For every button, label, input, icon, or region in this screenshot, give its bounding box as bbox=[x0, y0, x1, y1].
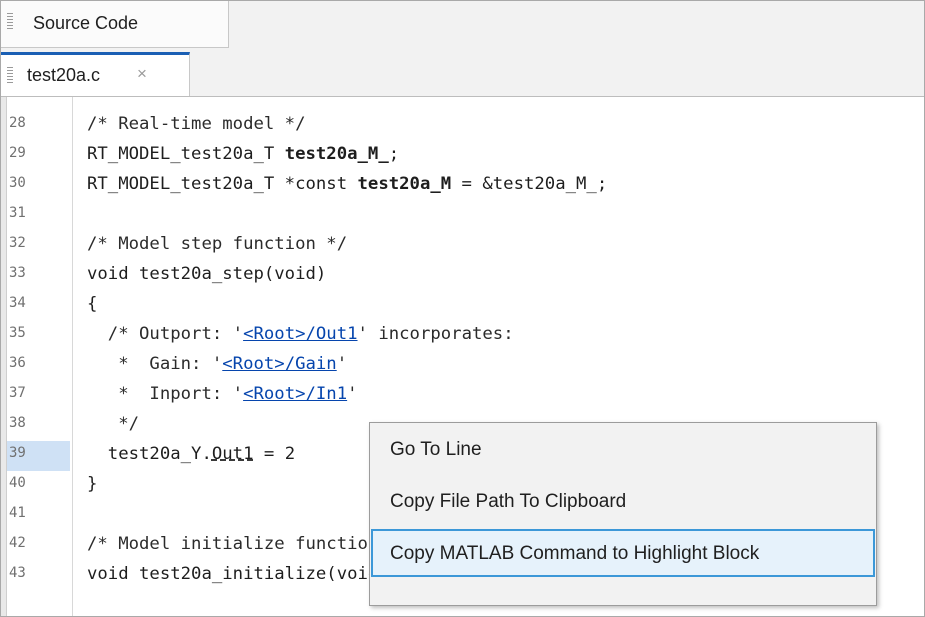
code-token: ' bbox=[347, 384, 358, 404]
code-token: * Inport: ' bbox=[87, 384, 244, 404]
block-link[interactable]: <Root>/In1 bbox=[243, 384, 347, 404]
line-number[interactable]: 28 bbox=[9, 115, 64, 131]
drag-grip-icon[interactable] bbox=[7, 67, 13, 85]
line-number[interactable]: 34 bbox=[9, 295, 64, 311]
code-line: 32 /* Model step function */ bbox=[1, 231, 924, 261]
code-token: test20a_Y. bbox=[87, 444, 212, 464]
code-token: * Gain: ' bbox=[87, 354, 223, 374]
code-line: 37 * Inport: '<Root>/In1' bbox=[1, 381, 924, 411]
file-tab-strip: test20a.c × bbox=[1, 52, 924, 97]
code-token: test20a_M_ bbox=[284, 144, 389, 164]
line-number[interactable]: 32 bbox=[9, 235, 64, 251]
code-text: test20a_Y.Out1 = 2 bbox=[87, 444, 295, 464]
code-text: /* Outport: '<Root>/Out1' incorporates: bbox=[87, 324, 514, 344]
code-token: RT_MODEL_test20a_T bbox=[87, 144, 285, 164]
code-token: ' bbox=[336, 354, 348, 374]
line-number[interactable]: 36 bbox=[9, 355, 64, 371]
file-tab-label: test20a.c bbox=[27, 65, 101, 85]
code-token: void test20a_step(void) bbox=[87, 264, 327, 284]
code-token: /* Outport: ' bbox=[87, 324, 244, 344]
code-token: /* Model initialize function */ bbox=[87, 534, 410, 554]
code-token: ' incorporates: bbox=[357, 324, 514, 344]
line-number[interactable]: 31 bbox=[9, 205, 64, 221]
block-link[interactable]: <Root>/Gain bbox=[222, 354, 336, 374]
code-text: { bbox=[87, 294, 97, 314]
code-text: * Gain: '<Root>/Gain' bbox=[87, 354, 347, 374]
line-number[interactable]: 33 bbox=[9, 265, 64, 281]
code-token: RT_MODEL_test20a_T *const bbox=[87, 174, 358, 194]
panel-tab-source-code[interactable]: Source Code bbox=[1, 1, 229, 48]
context-menu-item[interactable]: Copy File Path To Clipboard bbox=[371, 477, 875, 525]
code-line: 30 RT_MODEL_test20a_T *const test20a_M = … bbox=[1, 171, 924, 201]
block-link[interactable]: <Root>/Out1 bbox=[243, 324, 357, 344]
line-number[interactable]: 35 bbox=[9, 325, 64, 341]
code-line: 36 * Gain: '<Root>/Gain' bbox=[1, 351, 924, 381]
code-line: 29 RT_MODEL_test20a_T test20a_M_; bbox=[1, 141, 924, 171]
code-token: Out1 bbox=[211, 444, 254, 464]
code-text: void test20a_step(void) bbox=[87, 264, 326, 284]
code-text: void test20a_initialize(void) bbox=[87, 564, 389, 584]
code-token: = 2 bbox=[253, 444, 296, 464]
context-menu-item-label: Copy MATLAB Command to Highlight Block bbox=[390, 543, 760, 564]
line-number[interactable]: 42 bbox=[9, 535, 64, 551]
close-icon[interactable]: × bbox=[137, 64, 147, 84]
code-token: /* Real-time model */ bbox=[87, 114, 306, 134]
source-code-window: Source Code test20a.c × 27 28 /* Real-tim… bbox=[0, 0, 925, 617]
line-number[interactable]: 30 bbox=[9, 175, 64, 191]
code-text: /* Model step function */ bbox=[87, 234, 347, 254]
code-text: } bbox=[87, 474, 97, 494]
code-text: */ bbox=[87, 414, 139, 434]
file-tab[interactable]: test20a.c × bbox=[1, 52, 190, 96]
context-menu-item-label: Go To Line bbox=[390, 439, 482, 460]
code-token: ; bbox=[388, 144, 400, 164]
line-number[interactable]: 38 bbox=[9, 415, 64, 431]
line-number[interactable]: 40 bbox=[9, 475, 64, 491]
code-line: 35 /* Outport: '<Root>/Out1' incorporate… bbox=[1, 321, 924, 351]
code-line: 33 void test20a_step(void) bbox=[1, 261, 924, 291]
code-text: RT_MODEL_test20a_T test20a_M_; bbox=[87, 144, 399, 164]
code-token: } bbox=[87, 474, 98, 494]
panel-tab-strip: Source Code bbox=[1, 1, 924, 53]
code-text: * Inport: '<Root>/In1' bbox=[87, 384, 358, 404]
code-token: { bbox=[87, 294, 98, 314]
code-token: void test20a_initialize(void) bbox=[87, 564, 389, 584]
panel-title: Source Code bbox=[33, 13, 139, 33]
context-menu-item[interactable]: Go To Line bbox=[371, 425, 875, 473]
drag-grip-icon[interactable] bbox=[7, 13, 13, 31]
code-text: RT_MODEL_test20a_T *const test20a_M = &t… bbox=[87, 174, 607, 194]
line-number[interactable]: 29 bbox=[9, 145, 64, 161]
context-menu: Go To Line Copy File Path To Clipboard Cop… bbox=[369, 422, 877, 606]
code-text: /* Real-time model */ bbox=[87, 114, 306, 134]
line-number: 27 bbox=[9, 97, 64, 101]
line-number[interactable]: 37 bbox=[9, 385, 64, 401]
line-number[interactable]: 39 bbox=[7, 441, 70, 471]
code-line: 28 /* Real-time model */ bbox=[1, 111, 924, 141]
code-line: 27 bbox=[1, 97, 924, 111]
code-token: test20a_M bbox=[357, 174, 452, 194]
code-text: /* Model initialize function */ bbox=[87, 534, 410, 554]
code-line: 34 { bbox=[1, 291, 924, 321]
line-number[interactable]: 43 bbox=[9, 565, 64, 581]
code-line: 31 bbox=[1, 201, 924, 231]
code-token: */ bbox=[87, 414, 140, 434]
code-token: /* Model step function */ bbox=[87, 234, 348, 254]
context-menu-item[interactable]: Copy MATLAB Command to Highlight Block bbox=[371, 529, 875, 577]
context-menu-item-label: Copy File Path To Clipboard bbox=[390, 491, 627, 512]
line-number[interactable]: 41 bbox=[9, 505, 64, 521]
code-token: = &test20a_M_; bbox=[451, 174, 608, 194]
